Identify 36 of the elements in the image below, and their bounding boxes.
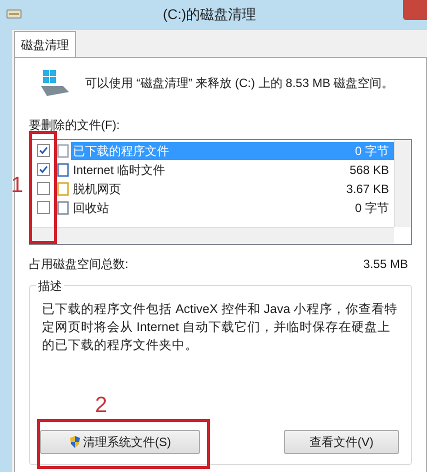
file-size: 568 KB (350, 162, 389, 178)
file-icon (57, 162, 69, 176)
file-icon (57, 144, 69, 158)
description-text: 已下载的程序文件包括 ActiveX 控件和 Java 小程序，你查看特定网页时将会从 Internet 自动下载它们，并临时保存在硬盘上的已下载的程序文件夹中。 (42, 301, 399, 354)
vertical-scrollbar[interactable] (394, 140, 411, 227)
checkbox[interactable] (37, 182, 50, 195)
window-title: (C:)的磁盘清理 (162, 4, 256, 24)
dialog-button[interactable]: 清理系统文件(S) (40, 430, 200, 454)
disk-cleanup-icon (6, 7, 22, 21)
file-row[interactable]: 回收站 0 字节 (71, 198, 394, 216)
file-size: 0 字节 (354, 142, 389, 160)
horizontal-scrollbar[interactable] (30, 227, 394, 244)
dialog-button[interactable]: 查看文件(V) (284, 430, 399, 454)
annotation-number: 2 (95, 391, 108, 419)
shield-icon (69, 435, 81, 449)
file-name: 脱机网页 (73, 180, 121, 198)
file-name: 已下载的程序文件 (73, 142, 169, 160)
drive-icon (39, 68, 71, 98)
group-title: 描述 (36, 277, 64, 295)
total-value: 3.55 MB (363, 256, 408, 273)
summary-text: 可以使用 “磁盘清理” 来释放 (C:) 上的 8.53 MB 磁盘空间。 (85, 75, 394, 92)
file-size: 3.67 KB (346, 180, 389, 198)
file-icon (57, 200, 69, 214)
checkbox[interactable] (37, 201, 50, 214)
file-name: Internet 临时文件 (73, 162, 166, 178)
file-size: 0 字节 (354, 200, 389, 216)
tab[interactable]: 磁盘清理 (14, 31, 76, 57)
file-name: 回收站 (73, 200, 109, 216)
checkbox[interactable] (37, 144, 50, 157)
annotation-number: 1 (11, 171, 24, 199)
total-label: 占用磁盘空间总数: (29, 256, 128, 273)
file-icon (57, 182, 69, 196)
file-row[interactable]: Internet 临时文件 568 KB (71, 160, 394, 178)
checkbox[interactable] (37, 163, 50, 176)
file-row[interactable]: 脱机网页 3.67 KB (71, 180, 394, 198)
files-label: 要删除的文件(F): (29, 117, 121, 134)
